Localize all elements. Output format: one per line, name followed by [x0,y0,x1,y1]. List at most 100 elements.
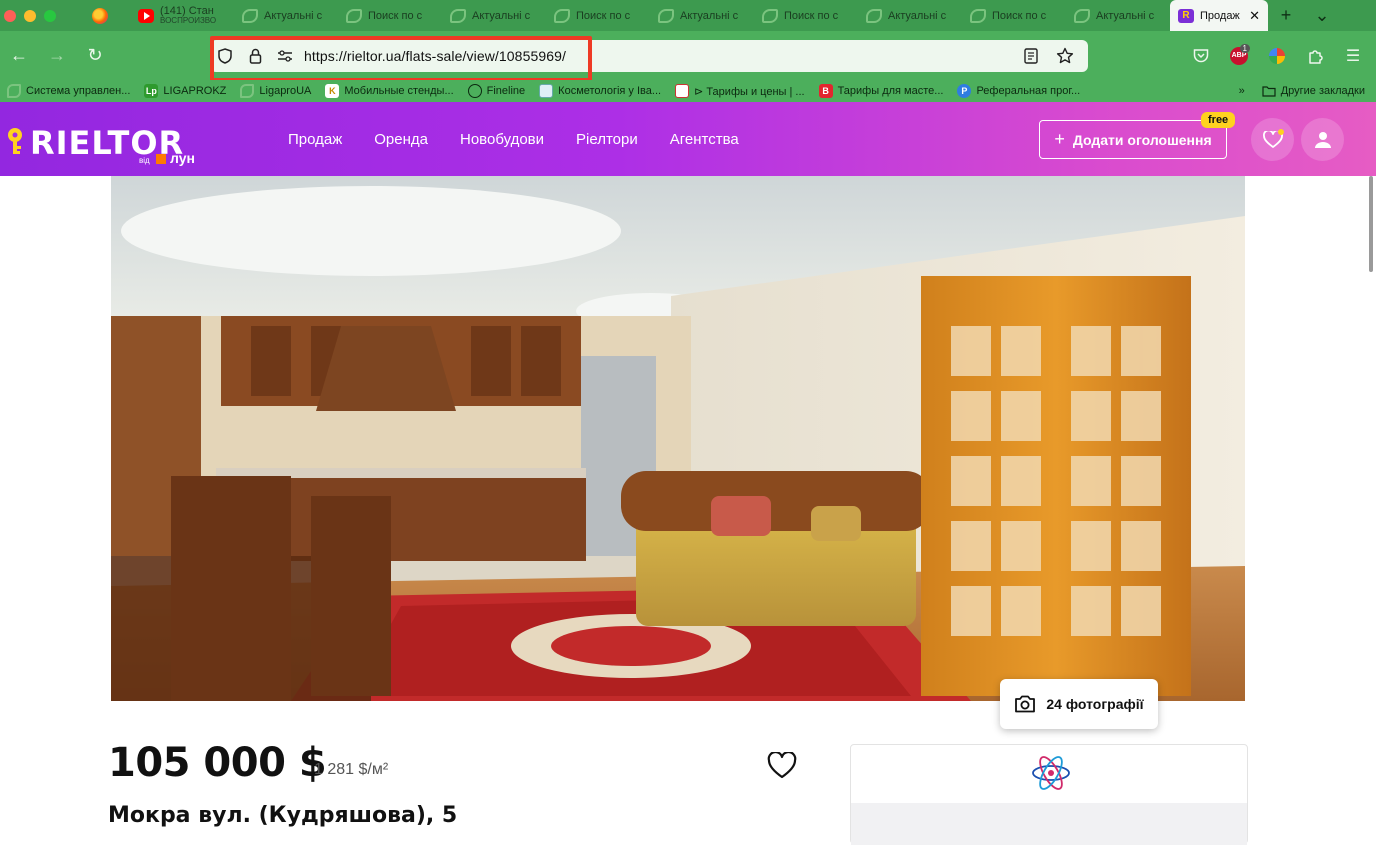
agency-card[interactable] [850,744,1248,845]
bookmark-label: LigaproUA [259,85,312,97]
leaf-icon [762,8,778,23]
list-all-tabs-chevron-down-icon[interactable]: ⌄ [1304,0,1340,31]
bookmarks-bar: Система управлен... Lp LIGAPROKZ LigaproU… [0,80,1376,102]
active-browser-tab[interactable]: R Продаж ✕ [1170,0,1268,31]
bookmark-item[interactable]: Система управлен... [0,84,137,98]
forward-arrow-icon[interactable]: → [38,40,76,72]
bookmark-item[interactable]: ⊳ Тарифы и цены | ... [668,84,812,98]
bookmark-label: Реферальная прог... [976,85,1081,97]
reload-icon[interactable]: ↻ [76,40,114,72]
favorites-button[interactable] [1251,118,1294,161]
user-icon [1314,131,1331,148]
close-window-button[interactable] [4,9,16,22]
browser-tab[interactable]: Поиск по с [338,0,442,31]
bookmark-label: ⊳ Тарифы и цены | ... [694,85,805,98]
browser-tab[interactable]: Поиск по с [754,0,858,31]
bookmark-label: Система управлен... [26,85,131,97]
leaf-icon [450,8,466,23]
pocket-icon[interactable] [1184,40,1218,72]
bookmark-label: Косметологія у Іва... [558,85,662,97]
nav-link-realtors[interactable]: Ріелтори [576,131,638,148]
bookmark-item[interactable]: P Реферальная прог... [950,84,1087,98]
grid-icon [675,84,690,98]
b-icon: B [818,84,833,98]
tab-title: Актуальні с [264,9,323,22]
bookmark-item[interactable]: Косметологія у Іва... [532,84,668,98]
bookmark-item[interactable]: LigaproUA [233,84,318,98]
tracking-protection-shield-icon[interactable] [210,40,240,72]
ligapro-icon: Lp [144,84,159,98]
tab-title: Продаж [1200,9,1240,22]
bookmark-label: Fineline [486,85,526,97]
price-per-square-meter: 1 281 $/м² [314,761,389,778]
bookmark-item[interactable]: Fineline [461,84,533,98]
browser-navigation-bar: ← → ↻ https://rieltor.ua/flats-sale/view… [0,31,1376,80]
add-listing-label: Додати оголошення [1072,131,1212,148]
bookmark-item[interactable]: K Мобильные стенды... [318,84,460,98]
key-icon [8,128,22,154]
browser-tab[interactable]: Поиск по с [962,0,1066,31]
zoom-window-button[interactable] [44,9,56,22]
more-bookmarks-chevron-icon[interactable]: » [1239,85,1245,97]
leaf-icon [658,8,674,23]
firefox-icon[interactable] [92,7,108,24]
browser-tab[interactable]: (141) Стан ВОСПРОИЗВО [130,0,234,31]
tab-title: Поиск по с [784,9,839,22]
photo-gallery-button[interactable]: 24 фотографії [1000,679,1158,729]
logo-by: від [139,156,150,165]
browser-tab[interactable]: Актуальні с [234,0,338,31]
bookmark-item[interactable]: B Тарифы для масте... [812,84,951,98]
notification-dot [1278,129,1284,135]
lock-icon[interactable] [240,40,270,72]
agency-atom-logo-icon [1032,756,1070,790]
rieltor-favicon-icon: R [1178,8,1194,23]
extensions-puzzle-icon[interactable] [1298,40,1332,72]
globe-icon [467,84,482,98]
bookmark-item[interactable]: Lp LIGAPROKZ [137,84,233,98]
photo-count-label: 24 фотографії [1046,696,1144,712]
youtube-icon [138,8,154,23]
browser-tab[interactable]: Актуальні с [1066,0,1170,31]
tab-title: Актуальні с [680,9,739,22]
tab-title: Поиск по с [992,9,1047,22]
bookmark-star-icon[interactable] [1050,40,1080,72]
url-text[interactable]: https://rieltor.ua/flats-sale/view/10855… [304,48,566,64]
tab-subtitle: ВОСПРОИЗВО [160,15,217,25]
nav-link-agencies[interactable]: Агентства [670,131,739,148]
add-listing-button[interactable]: + Додати оголошення [1039,120,1227,159]
listing-address: Мокра вул. (Кудряшова), 5 [108,803,458,828]
browser-tab[interactable]: Актуальні с [858,0,962,31]
browser-tab[interactable]: Актуальні с [442,0,546,31]
browser-tab[interactable]: Актуальні с [650,0,754,31]
account-button[interactable] [1301,118,1344,161]
adblock-icon[interactable]: ABP 1 [1222,40,1256,72]
rieltor-logo[interactable]: RIELTOR від лун [6,124,206,170]
listing-price: 105 000 $ [108,740,327,786]
new-tab-button[interactable]: + [1268,0,1304,31]
listing-main-photo[interactable] [111,176,1245,701]
site-header: RIELTOR від лун Продаж Оренда Новобудови… [0,102,1376,176]
agency-card-footer [851,803,1247,845]
leaf-icon [1074,8,1090,23]
leaf-icon [240,84,255,98]
bookmark-label: Тарифы для масте... [837,85,944,97]
minimize-window-button[interactable] [24,9,36,22]
other-bookmarks-folder[interactable]: Другие закладки [1255,85,1372,97]
color-extension-icon[interactable] [1260,40,1294,72]
hamburger-menu-icon[interactable]: ☰ [1336,40,1370,72]
nav-link-new-buildings[interactable]: Новобудови [460,131,544,148]
close-tab-icon[interactable]: ✕ [1249,8,1260,24]
address-bar[interactable]: https://rieltor.ua/flats-sale/view/10855… [210,40,1088,72]
browser-tab[interactable]: Поиск по с [546,0,650,31]
page-scrollbar[interactable] [1369,176,1373,272]
bookmark-label: Мобильные стенды... [344,85,454,97]
other-bookmarks-label: Другие закладки [1280,85,1365,97]
permissions-icon[interactable] [270,40,300,72]
back-arrow-icon[interactable]: ← [0,40,38,72]
tab-title: Поиск по с [576,9,631,22]
reader-view-icon[interactable] [1016,40,1046,72]
nav-link-rent[interactable]: Оренда [374,131,428,148]
nav-link-sale[interactable]: Продаж [288,131,342,148]
add-to-favorites-button[interactable] [767,750,797,782]
leaf-icon [346,8,362,23]
